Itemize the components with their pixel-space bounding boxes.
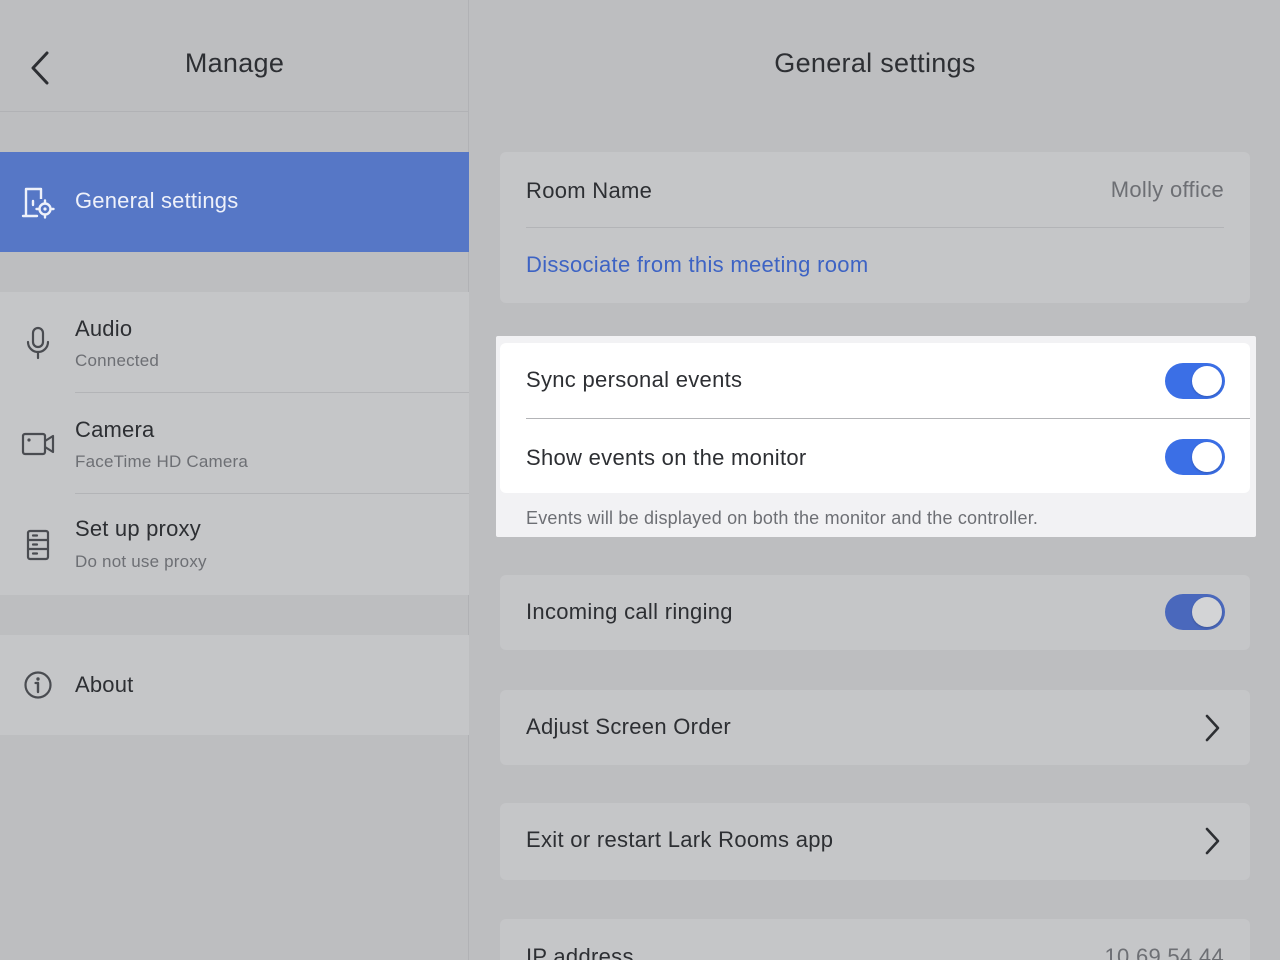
adjust-screen-order-row[interactable]: Adjust Screen Order — [500, 690, 1250, 765]
toggle-knob — [1192, 597, 1222, 627]
microphone-icon — [20, 325, 56, 361]
events-hint-text: Events will be displayed on both the mon… — [526, 508, 1039, 528]
toggle-knob — [1192, 366, 1222, 396]
server-icon — [20, 527, 56, 563]
chevron-right-icon — [1200, 713, 1224, 743]
exit-restart-label: Exit or restart Lark Rooms app — [526, 827, 834, 852]
room-name-label: Room Name — [526, 178, 653, 203]
sidebar-item-about[interactable]: About — [0, 635, 469, 735]
adjust-screen-order-label: Adjust Screen Order — [526, 714, 732, 739]
sidebar-item-label: Set up proxy — [75, 516, 201, 541]
info-icon — [20, 667, 56, 703]
dissociate-room-link[interactable]: Dissociate from this meeting room — [526, 252, 868, 278]
sidebar-item-audio[interactable]: Audio Connected — [0, 292, 469, 393]
sidebar-item-status: Connected — [75, 351, 160, 370]
sync-personal-events-label: Sync personal events — [526, 367, 743, 392]
sidebar-item-camera[interactable]: Camera FaceTime HD Camera — [0, 393, 469, 494]
room-card: Room Name Molly office Dissociate from t… — [500, 152, 1250, 303]
sidebar-item-proxy[interactable]: Set up proxy Do not use proxy — [0, 494, 469, 595]
ip-address-card: IP address 10.69.54.44 — [500, 919, 1250, 960]
sidebar-item-status: FaceTime HD Camera — [75, 452, 249, 471]
sidebar: Manage General settings Audio Connected … — [0, 0, 469, 960]
sidebar-item-label: General settings — [75, 188, 239, 213]
events-settings-group: Sync personal events Show events on the … — [496, 336, 1256, 537]
incoming-call-toggle[interactable] — [1165, 594, 1225, 630]
exit-restart-row[interactable]: Exit or restart Lark Rooms app — [500, 803, 1250, 880]
sidebar-item-status: Do not use proxy — [75, 552, 207, 571]
sidebar-item-general-settings[interactable]: General settings — [0, 152, 469, 252]
sidebar-header: Manage — [0, 0, 469, 112]
events-card: Sync personal events Show events on the … — [500, 343, 1250, 493]
toggle-knob — [1192, 442, 1222, 472]
camera-icon — [20, 426, 56, 462]
sidebar-item-label: About — [75, 672, 134, 697]
sidebar-title: Manage — [184, 48, 285, 78]
ip-address-value: 10.69.54.44 — [1104, 944, 1224, 960]
show-events-monitor-toggle[interactable] — [1165, 439, 1225, 475]
incoming-call-card: Incoming call ringing — [500, 575, 1250, 650]
sync-personal-events-toggle[interactable] — [1165, 363, 1225, 399]
page-title: General settings — [774, 48, 976, 78]
divider — [526, 227, 1224, 228]
chevron-right-icon — [1200, 826, 1224, 856]
room-name-value: Molly office — [1110, 177, 1224, 202]
incoming-call-label: Incoming call ringing — [526, 599, 733, 624]
room-settings-icon — [20, 184, 56, 220]
divider — [526, 418, 1250, 419]
sidebar-item-label: Camera — [75, 417, 155, 442]
ip-address-label: IP address — [526, 944, 634, 960]
sidebar-item-label: Audio — [75, 316, 133, 341]
show-events-monitor-label: Show events on the monitor — [526, 445, 807, 470]
